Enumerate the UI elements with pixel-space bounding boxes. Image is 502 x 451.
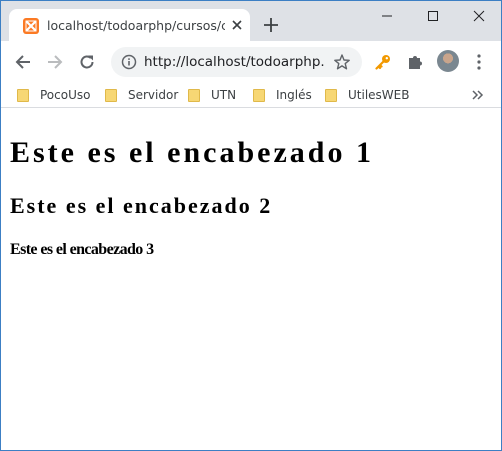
bookmark-label: UTN — [211, 88, 237, 102]
bookmark-label: Inglés — [276, 88, 312, 102]
heading-2: Este es el encabezado 2 — [10, 193, 273, 218]
heading-3: Este es el encabezado 3 — [10, 241, 154, 258]
bookmark-label: Servidor — [128, 88, 179, 102]
url-text[interactable]: http://localhost/todoarphp... — [144, 54, 324, 70]
browser-window: localhost/todoarphp/cursos/css/ — [0, 0, 502, 451]
folder-icon — [105, 88, 117, 102]
new-tab-plus-icon[interactable] — [259, 13, 283, 37]
back-arrow-icon[interactable] — [11, 50, 35, 74]
heading-1: Este es el encabezado 1 — [10, 136, 374, 169]
folder-icon — [253, 88, 265, 102]
tab-strip: localhost/todoarphp/cursos/css/ — [1, 1, 501, 41]
key-extension-icon[interactable] — [371, 50, 395, 74]
bookmark-folder-utn[interactable]: UTN — [188, 86, 236, 104]
window-close-icon[interactable] — [456, 1, 501, 31]
minimize-icon[interactable] — [364, 1, 410, 31]
extensions-puzzle-icon[interactable] — [403, 50, 427, 74]
forward-arrow-icon[interactable] — [43, 50, 67, 74]
bookmark-folder-servidor[interactable]: Servidor — [105, 86, 178, 104]
browser-tab[interactable]: localhost/todoarphp/cursos/css/ — [9, 9, 250, 41]
bookmark-folder-utilesweb[interactable]: UtilesWEB — [325, 86, 409, 104]
menu-kebab-icon[interactable] — [467, 50, 491, 74]
bookmark-label: UtilesWEB — [348, 88, 410, 102]
tab-title: localhost/todoarphp/cursos/css/ — [47, 18, 225, 33]
xampp-favicon-icon — [23, 18, 39, 34]
bookmark-star-icon[interactable] — [333, 53, 351, 71]
maximize-icon[interactable] — [410, 1, 456, 31]
folder-icon — [325, 88, 337, 102]
browser-toolbar: http://localhost/todoarphp... — [1, 41, 501, 83]
tab-close-icon[interactable] — [229, 17, 245, 33]
bookmark-label: PocoUso — [40, 88, 91, 102]
profile-avatar[interactable] — [437, 50, 459, 72]
bookmarks-bar: PocoUso Servidor UTN Inglés UtilesWEB — [1, 83, 501, 108]
address-bar[interactable]: http://localhost/todoarphp... — [111, 47, 362, 77]
more-bookmarks-chevron-icon[interactable] — [468, 86, 488, 104]
folder-icon — [188, 88, 200, 102]
reload-icon[interactable] — [75, 50, 99, 74]
page-content: Este es el encabezado 1 Este es el encab… — [1, 108, 501, 450]
bookmark-folder-pocouso[interactable]: PocoUso — [17, 86, 90, 104]
folder-icon — [17, 88, 29, 102]
site-info-icon[interactable] — [121, 54, 137, 70]
bookmark-folder-ingles[interactable]: Inglés — [253, 86, 312, 104]
